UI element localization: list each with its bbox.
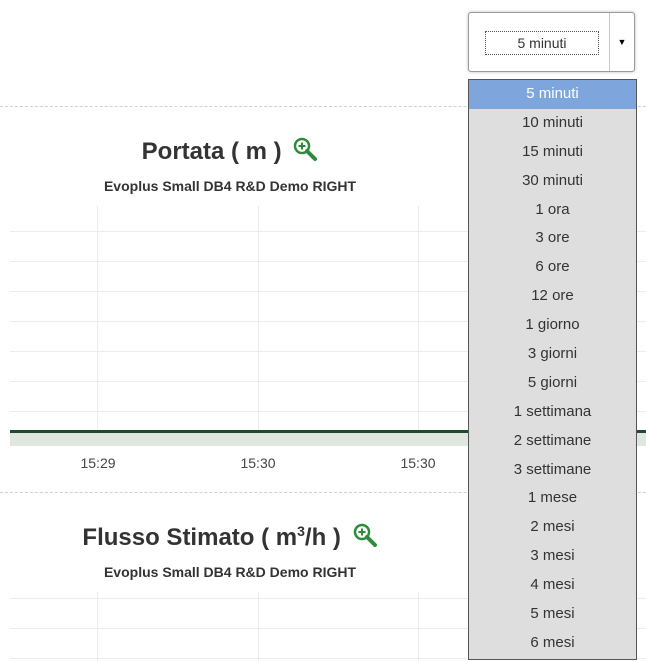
dropdown-option[interactable]: 12 ore: [469, 282, 636, 311]
dropdown-option[interactable]: 1 settimana: [469, 398, 636, 427]
dropdown-option[interactable]: 1 mese: [469, 484, 636, 513]
grid-line: [258, 592, 259, 661]
dropdown-option[interactable]: 6 mesi: [469, 629, 636, 658]
interval-select-value: 5 minuti: [485, 31, 599, 55]
chart-title: Flusso Stimato ( m3/h ): [10, 522, 450, 555]
chart-title-text: Flusso Stimato ( m: [82, 523, 298, 551]
chart-subtitle: Evoplus Small DB4 R&D Demo RIGHT: [103, 178, 357, 194]
dropdown-option[interactable]: 5 minuti: [469, 80, 636, 109]
dropdown-option[interactable]: 3 giorni: [469, 340, 636, 369]
x-tick-label: 15:30: [240, 455, 276, 471]
dropdown-option[interactable]: 30 minuti: [469, 167, 636, 196]
dropdown-option[interactable]: 2 mesi: [469, 513, 636, 542]
dropdown-option[interactable]: 2 settimane: [469, 427, 636, 456]
interval-dropdown-list[interactable]: 5 minuti 10 minuti 15 minuti 30 minuti 1…: [468, 79, 637, 660]
grid-line: [97, 206, 98, 434]
grid-line: [418, 592, 419, 661]
grid-line: [258, 206, 259, 434]
grid-line: [418, 206, 419, 434]
dropdown-option[interactable]: 3 mesi: [469, 542, 636, 571]
chart-subtitle: Evoplus Small DB4 R&D Demo RIGHT: [103, 564, 357, 580]
chart-title-superscript: 3: [297, 522, 305, 539]
zoom-in-icon[interactable]: [292, 136, 318, 169]
dropdown-arrow-icon[interactable]: ▼: [609, 13, 634, 71]
dropdown-option[interactable]: 4 mesi: [469, 571, 636, 600]
chart-title: Portata ( m ): [10, 136, 450, 169]
dropdown-option[interactable]: 5 mesi: [469, 600, 636, 629]
interval-select[interactable]: 5 minuti ▼: [468, 12, 635, 72]
grid-line: [97, 592, 98, 661]
x-tick-label: 15:30: [400, 455, 436, 471]
dropdown-option[interactable]: 3 settimane: [469, 456, 636, 485]
dropdown-option[interactable]: 15 minuti: [469, 138, 636, 167]
dropdown-option[interactable]: 3 ore: [469, 224, 636, 253]
zoom-in-icon[interactable]: [352, 522, 378, 555]
dropdown-option[interactable]: 6 ore: [469, 253, 636, 282]
dropdown-option[interactable]: 1 giorno: [469, 311, 636, 340]
chart-title-tail: /h ): [304, 523, 341, 551]
dropdown-option[interactable]: 1 ora: [469, 196, 636, 225]
x-tick-label: 15:29: [80, 455, 116, 471]
dropdown-option[interactable]: 10 minuti: [469, 109, 636, 138]
dropdown-option[interactable]: 5 giorni: [469, 369, 636, 398]
chart-title-text: Portata ( m ): [141, 137, 282, 165]
